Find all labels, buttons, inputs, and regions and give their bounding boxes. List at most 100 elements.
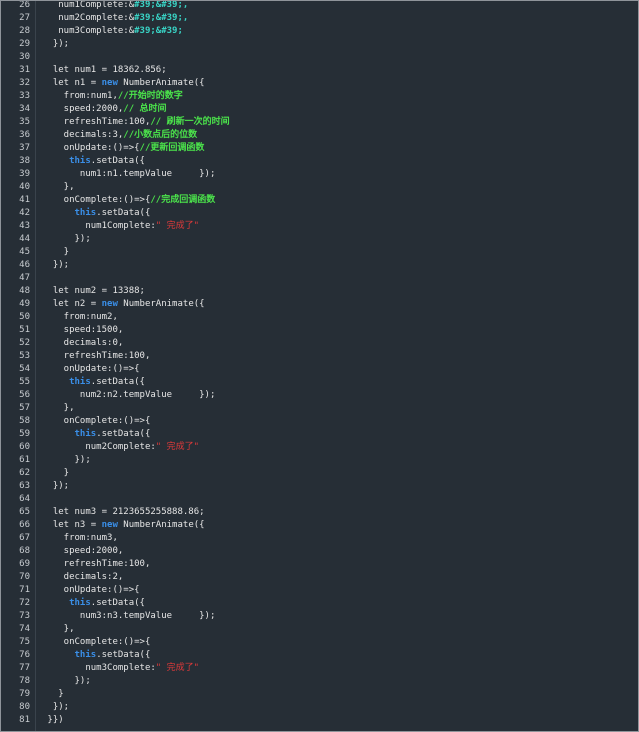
line-code: let num3 = 2123655255888.86; <box>42 506 205 519</box>
line-code: }, <box>42 402 75 415</box>
line-code: let n2 = new NumberAnimate({ <box>42 298 205 311</box>
line-number: 77 <box>19 663 30 673</box>
keyword-token: new <box>101 78 118 88</box>
code-token: num3Complete: <box>42 663 156 673</box>
code-token: .setData({ <box>90 598 145 608</box>
code-line: 50 from:num2, <box>1 311 638 324</box>
code-token: onUpdate:()=>{ <box>42 585 140 595</box>
line-code: }, <box>42 623 75 636</box>
code-line: 29 }); <box>1 38 638 51</box>
line-number: 60 <box>19 442 30 452</box>
line-number: 55 <box>19 377 30 387</box>
line-code: decimals:0, <box>42 337 124 350</box>
code-line: 52 decimals:0, <box>1 337 638 350</box>
line-code: speed:2000, <box>42 545 124 558</box>
comment-token: //小数点后的位数 <box>123 130 198 140</box>
line-number: 30 <box>19 52 30 62</box>
code-line: 28 num3Complete:&#39;&#39; <box>1 25 638 38</box>
line-number: 28 <box>19 26 30 36</box>
line-number: 53 <box>19 351 30 361</box>
code-token: from:num3, <box>42 533 118 543</box>
code-line: 48 let num2 = 13388; <box>1 285 638 298</box>
line-code: } <box>42 467 69 480</box>
code-token: }, <box>42 403 75 413</box>
line-number: 54 <box>19 364 30 374</box>
keyword-token: this <box>74 650 97 660</box>
line-code: refreshTime:100, <box>42 558 151 571</box>
entity-token: #39;&#39;, <box>134 13 189 23</box>
keyword-token: new <box>101 520 118 530</box>
line-code: speed:1500, <box>42 324 124 337</box>
code-token: }); <box>42 481 70 491</box>
code-token: .setData({ <box>96 650 151 660</box>
code-token: } <box>42 247 70 257</box>
code-token: }); <box>42 702 70 712</box>
comment-token: // 刷新一次的时间 <box>150 117 230 127</box>
code-token: speed:1500, <box>42 325 124 335</box>
line-code: let num1 = 18362.856; <box>42 64 167 77</box>
code-token: .setData({ <box>96 208 151 218</box>
code-token: decimals:3, <box>42 130 124 140</box>
code-token: }); <box>42 260 70 270</box>
line-code: } <box>42 246 69 259</box>
line-code: from:num1,//开始时的数字 <box>42 90 183 103</box>
string-token: " 完成了" <box>155 221 200 231</box>
code-line: 55 this.setData({ <box>1 376 638 389</box>
code-token: onComplete:()=>{ <box>42 195 151 205</box>
code-line: 31 let num1 = 18362.856; <box>1 64 638 77</box>
line-code: num3Complete:" 完成了" <box>42 662 199 675</box>
line-number: 69 <box>19 559 30 569</box>
line-code: num2:n2.tempValue }); <box>42 389 215 402</box>
line-code: }, <box>42 181 75 194</box>
line-number: 79 <box>19 689 30 699</box>
line-number: 34 <box>19 104 30 114</box>
line-number: 49 <box>19 299 30 309</box>
line-number: 48 <box>19 286 30 296</box>
code-line: 60 num2Complete:" 完成了" <box>1 441 638 454</box>
code-token: num2:n2.tempValue }); <box>42 390 216 400</box>
code-token: }}) <box>42 715 64 725</box>
code-line: 34 speed:2000,// 总时间 <box>1 103 638 116</box>
code-line: 36 decimals:3,//小数点后的位数 <box>1 129 638 142</box>
code-token: .setData({ <box>96 429 151 439</box>
code-lines: 26 num1Complete:&#39;&#39;, 27 num2Comple… <box>1 0 638 727</box>
line-number: 42 <box>19 208 30 218</box>
code-line: 68 speed:2000, <box>1 545 638 558</box>
line-code: from:num3, <box>42 532 118 545</box>
code-line: 51 speed:1500, <box>1 324 638 337</box>
code-line: 26 num1Complete:&#39;&#39;, <box>1 0 638 12</box>
line-number: 58 <box>19 416 30 426</box>
code-line: 37 onUpdate:()=>{//更新回调函数 <box>1 142 638 155</box>
line-code: onComplete:()=>{ <box>42 636 151 649</box>
line-number: 62 <box>19 468 30 478</box>
code-token: from:num1, <box>42 91 118 101</box>
code-line: 39 num1:n1.tempValue }); <box>1 168 638 181</box>
line-code: let num2 = 13388; <box>42 285 145 298</box>
line-code: onUpdate:()=>{ <box>42 584 140 597</box>
line-code: this.setData({ <box>42 207 151 220</box>
code-token: speed:2000, <box>42 104 124 114</box>
code-line: 59 this.setData({ <box>1 428 638 441</box>
line-code: }); <box>42 480 69 493</box>
code-line: 46 }); <box>1 259 638 272</box>
line-code: num1:n1.tempValue }); <box>42 168 215 181</box>
code-line: 58 onComplete:()=>{ <box>1 415 638 428</box>
code-token: refreshTime:100, <box>42 351 151 361</box>
line-number: 26 <box>19 0 30 10</box>
keyword-token: this <box>74 208 97 218</box>
line-code: let n1 = new NumberAnimate({ <box>42 77 205 90</box>
line-code: }); <box>42 259 69 272</box>
code-line: 54 onUpdate:()=>{ <box>1 363 638 376</box>
line-number: 38 <box>19 156 30 166</box>
code-line: 75 onComplete:()=>{ <box>1 636 638 649</box>
code-token: }); <box>42 676 91 686</box>
keyword-token: this <box>69 377 91 387</box>
string-token: " 完成了" <box>155 663 200 673</box>
code-token: NumberAnimate({ <box>117 78 205 88</box>
line-number: 57 <box>19 403 30 413</box>
line-code: }); <box>42 701 69 714</box>
line-code: onUpdate:()=>{//更新回调函数 <box>42 142 205 155</box>
